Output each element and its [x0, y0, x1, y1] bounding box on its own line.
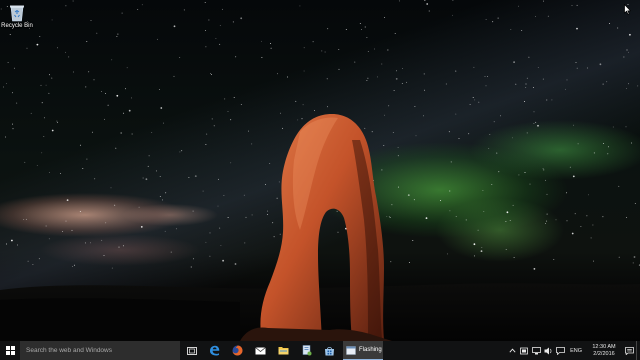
recycle-bin-icon — [10, 5, 24, 22]
search-box[interactable]: Search the web and Windows — [20, 341, 180, 360]
task-view-icon — [186, 346, 197, 355]
input-language-indicator[interactable]: ENG — [566, 348, 586, 354]
action-message-button[interactable] — [554, 341, 566, 360]
system-tray: ENG 12:30 AM 2/2/2016 — [506, 341, 640, 360]
search-placeholder: Search the web and Windows — [26, 347, 112, 354]
recycle-bin-shortcut[interactable]: Recycle Bin — [1, 4, 33, 30]
edge-icon — [210, 345, 220, 356]
start-button[interactable] — [0, 341, 20, 360]
tray-app-icon — [520, 347, 528, 354]
store-icon — [325, 346, 334, 355]
running-app-flashing[interactable]: Flashing — [343, 341, 383, 360]
running-app-label: Flashing — [359, 347, 382, 353]
notifications-button[interactable] — [622, 341, 636, 360]
task-view-button[interactable] — [180, 341, 203, 360]
windows-logo-icon — [5, 346, 15, 355]
mail-icon — [255, 346, 266, 354]
mouse-pointer-icon — [624, 4, 631, 15]
rock-arch-image — [0, 114, 640, 341]
notification-center-icon — [624, 346, 634, 355]
recycle-bin-label: Recycle Bin — [1, 23, 33, 29]
clock-date: 2/2/2016 — [593, 350, 615, 357]
taskbar: Search the web and Windows Flashing ENG … — [0, 341, 640, 360]
window-app-icon — [346, 345, 356, 355]
network-button[interactable] — [530, 341, 542, 360]
show-hidden-icons-button[interactable] — [506, 341, 518, 360]
message-icon — [555, 346, 565, 355]
network-icon — [531, 346, 541, 354]
document-app-icon — [302, 345, 311, 356]
tray-app-button[interactable] — [518, 341, 530, 360]
firefox-icon — [232, 345, 243, 356]
pinned-app-button[interactable] — [295, 341, 318, 360]
speaker-icon — [544, 347, 551, 354]
clock[interactable]: 12:30 AM 2/2/2016 — [586, 344, 622, 358]
desktop-wallpaper: Recycle Bin Search the web and Windows F… — [0, 0, 640, 360]
clock-time: 12:30 AM — [592, 343, 616, 350]
edge-button[interactable] — [203, 341, 226, 360]
firefox-button[interactable] — [226, 341, 249, 360]
store-button[interactable] — [318, 341, 341, 360]
show-desktop-button[interactable] — [636, 341, 640, 360]
volume-button[interactable] — [542, 341, 554, 360]
mail-button[interactable] — [249, 341, 272, 360]
folder-icon — [278, 347, 289, 355]
file-explorer-button[interactable] — [272, 341, 295, 360]
chevron-up-icon — [509, 348, 516, 353]
